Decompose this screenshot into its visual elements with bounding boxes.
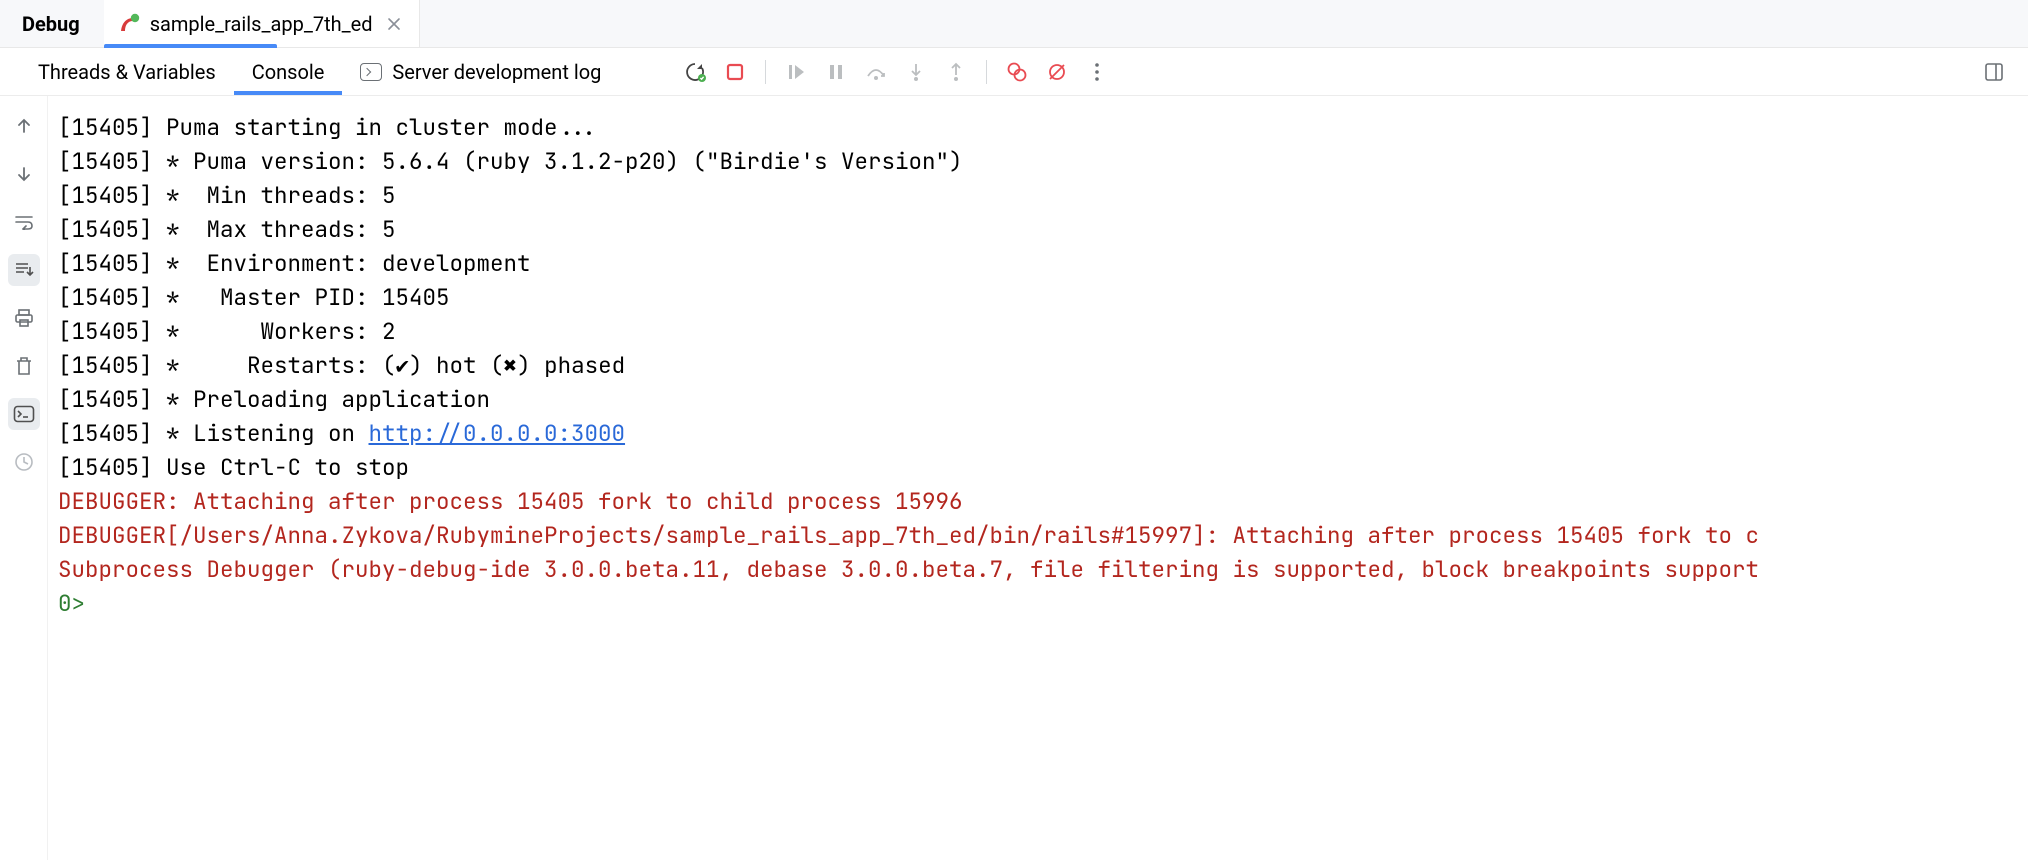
step-into-icon	[907, 62, 925, 82]
toolbar-divider	[986, 60, 987, 84]
toolbar-divider	[765, 60, 766, 84]
step-into-button[interactable]	[900, 56, 932, 88]
console-line: [15405] * Master PID: 15405	[58, 280, 2028, 314]
console-line: Subprocess Debugger (ruby-debug-ide 3.0.…	[58, 552, 2028, 586]
stop-button[interactable]	[719, 56, 751, 88]
print-icon	[14, 308, 34, 328]
console-line: DEBUGGER: Attaching after process 15405 …	[58, 484, 2028, 518]
print-button[interactable]	[8, 302, 40, 334]
console-line: [15405] * Environment: development	[58, 246, 2028, 280]
console-line: 0>	[58, 586, 2028, 620]
console-link[interactable]: http://0.0.0.0:3000	[369, 418, 626, 448]
clear-all-button[interactable]	[8, 350, 40, 382]
trash-icon	[15, 356, 33, 376]
debug-console-icon	[13, 405, 35, 423]
tab-threads-variables[interactable]: Threads & Variables	[20, 48, 234, 95]
scroll-to-end-icon	[14, 261, 34, 279]
debug-sub-row: Threads & Variables Console Server devel…	[0, 48, 2028, 96]
console-output[interactable]: [15405] Puma starting in cluster mode...…	[48, 96, 2028, 860]
console-line: [15405] * Max threads: 5	[58, 212, 2028, 246]
scroll-to-top-button[interactable]	[8, 110, 40, 142]
layout-settings-button[interactable]	[1978, 56, 2010, 88]
rerun-icon	[684, 61, 706, 83]
terminal-icon	[360, 63, 382, 81]
debug-header: Debug sample_rails_app_7th_ed	[0, 0, 2028, 48]
console-line: [15405] * Listening on http://0.0.0.0:30…	[58, 416, 2028, 450]
mute-breakpoints-icon	[1046, 61, 1068, 83]
debug-title: Debug	[0, 0, 104, 47]
resume-button[interactable]	[780, 56, 812, 88]
console-line: [15405] * Puma version: 5.6.4 (ruby 3.1.…	[58, 144, 2028, 178]
console-line: [15405] Puma starting in cluster mode...	[58, 110, 2028, 144]
step-out-icon	[947, 62, 965, 82]
console-line: [15405] * Preloading application	[58, 382, 2028, 416]
arrow-down-icon	[15, 165, 33, 183]
console-line: [15405] * Min threads: 5	[58, 178, 2028, 212]
step-over-icon	[865, 62, 887, 82]
breakpoints-icon	[1006, 61, 1028, 83]
close-icon	[387, 17, 401, 31]
tab-console[interactable]: Console	[234, 48, 343, 95]
console-gutter	[0, 96, 48, 860]
debug-toolbar	[619, 56, 1113, 88]
mute-breakpoints-button[interactable]	[1041, 56, 1073, 88]
layout-icon	[1984, 62, 2004, 82]
soft-wrap-icon	[14, 214, 34, 230]
console-line: [15405] Use Ctrl-C to stop	[58, 450, 2028, 484]
soft-wrap-button[interactable]	[8, 206, 40, 238]
step-out-button[interactable]	[940, 56, 972, 88]
close-tab-button[interactable]	[383, 13, 405, 35]
console-line: [15405] * Workers: 2	[58, 314, 2028, 348]
rails-run-icon	[118, 13, 140, 35]
more-vertical-icon	[1088, 61, 1106, 83]
history-icon	[14, 452, 34, 472]
tab-server-dev-log-label: Server development log	[392, 60, 601, 84]
view-breakpoints-button[interactable]	[1001, 56, 1033, 88]
open-debug-console-button[interactable]	[8, 398, 40, 430]
scroll-to-end-button[interactable]	[8, 254, 40, 286]
pause-icon	[827, 63, 845, 81]
console-line: DEBUGGER[/Users/Anna.Zykova/RubymineProj…	[58, 518, 2028, 552]
scroll-to-bottom-button[interactable]	[8, 158, 40, 190]
rerun-button[interactable]	[679, 56, 711, 88]
stop-icon	[725, 62, 745, 82]
tab-server-dev-log[interactable]: Server development log	[342, 60, 619, 84]
history-button[interactable]	[8, 446, 40, 478]
step-over-button[interactable]	[860, 56, 892, 88]
arrow-up-icon	[15, 117, 33, 135]
resume-icon	[786, 62, 806, 82]
more-actions-button[interactable]	[1081, 56, 1113, 88]
run-config-tab[interactable]: sample_rails_app_7th_ed	[104, 0, 420, 47]
run-config-tab-label: sample_rails_app_7th_ed	[150, 12, 373, 36]
console-line: [15405] * Restarts: (✔) hot (✖) phased	[58, 348, 2028, 382]
pause-button[interactable]	[820, 56, 852, 88]
